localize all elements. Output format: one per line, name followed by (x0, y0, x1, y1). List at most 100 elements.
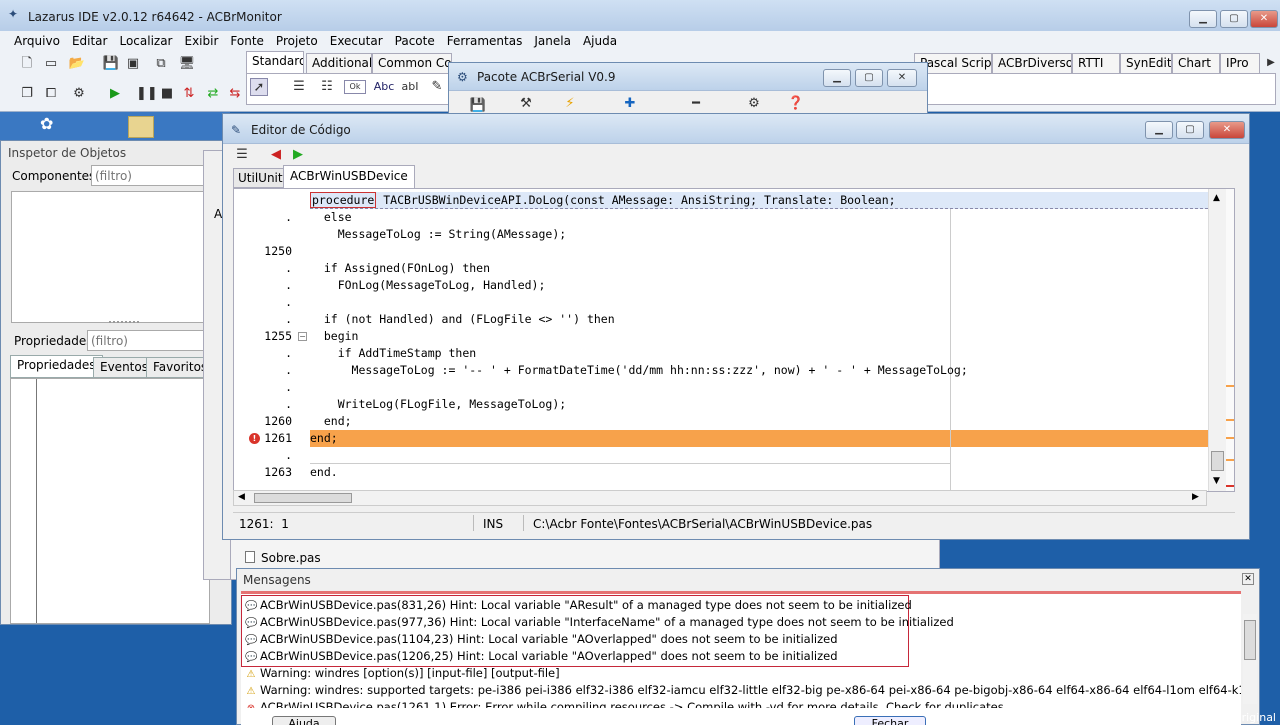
memo-tool-icon[interactable]: ✎ (428, 78, 446, 96)
save-icon[interactable]: 💾 (102, 55, 120, 73)
palette-scroll-right-icon[interactable]: ▶ (1262, 54, 1280, 72)
palette-tab-additional[interactable]: Additional (306, 53, 372, 73)
open-icon[interactable]: 📂 (68, 55, 86, 73)
pause-icon[interactable]: ❚❚ (136, 85, 158, 103)
splitter-grip[interactable] (109, 321, 139, 325)
menu-janela[interactable]: Janela (528, 31, 577, 51)
edit-tool-icon[interactable]: abI (398, 78, 422, 96)
menu-localizar[interactable]: Localizar (113, 31, 178, 51)
package-close-icon[interactable]: ✕ (887, 69, 917, 87)
save-all-icon[interactable]: ▣ (124, 55, 142, 73)
gutter-number: 1260 (264, 414, 292, 428)
palette-tab-ipro[interactable]: IPro (1220, 53, 1260, 73)
messages-scroll-thumb[interactable] (1244, 620, 1256, 660)
file-item-sobre[interactable]: Sobre.pas (261, 551, 321, 565)
step-into-icon[interactable]: ⇅ (180, 85, 198, 103)
package-add-icon[interactable]: ✚ (621, 95, 639, 113)
hscroll-left-icon[interactable]: ◀ (238, 492, 245, 502)
pointer-tool-icon[interactable]: ➚ (250, 78, 268, 96)
messages-list[interactable]: 💬 ACBrWinUSBDevice.pas(831,26) Hint: Loca… (241, 591, 1241, 725)
build-mode-icon[interactable]: ⚙ (70, 85, 88, 103)
message-item-hint[interactable]: 💬 ACBrWinUSBDevice.pas(1104,23) Hint: Loc… (245, 631, 838, 648)
maximize-icon[interactable]: ▢ (1220, 10, 1248, 28)
editor-menu-icon[interactable]: ☰ (233, 146, 251, 164)
messages-vscrollbar[interactable] (1243, 614, 1257, 704)
package-options-icon[interactable]: ⚙ (745, 95, 763, 113)
message-item-warning[interactable]: ⚠ Warning: windres [option(s)] [input-fil… (245, 665, 560, 682)
package-remove-icon[interactable]: ━ (687, 95, 705, 113)
scroll-down-icon[interactable]: ▼ (1213, 476, 1220, 486)
copy-icon[interactable]: ⧠ (42, 85, 60, 103)
toggle-form-icon[interactable]: ⧉ (152, 55, 170, 73)
scroll-thumb[interactable] (1211, 451, 1224, 471)
message-item-hint[interactable]: 💬 ACBrWinUSBDevice.pas(831,26) Hint: Loca… (245, 597, 912, 614)
components-tree[interactable] (11, 191, 211, 323)
menu-pacote[interactable]: Pacote (389, 31, 441, 51)
view-units-icon[interactable]: ❐ (18, 85, 36, 103)
package-compile-icon[interactable]: ⚒ (517, 95, 535, 113)
message-item-hint[interactable]: 💬 ACBrWinUSBDevice.pas(977,36) Hint: Loca… (245, 614, 954, 631)
editor-tab-acbrwinusbdevice[interactable]: ACBrWinUSBDevice (283, 165, 415, 188)
menu-ferramentas[interactable]: Ferramentas (441, 31, 529, 51)
palette-tab-acbrdiversos[interactable]: ACBrDiversos (992, 53, 1072, 73)
fold-icon[interactable]: − (298, 332, 307, 341)
ruler-mark (1226, 437, 1234, 439)
properties-grid[interactable] (10, 378, 210, 624)
package-help-icon[interactable]: ❓ (787, 95, 805, 113)
messages-close-icon[interactable]: ✕ (1242, 573, 1254, 585)
close-button[interactable]: Fechar (854, 716, 926, 725)
gutter-number: 1250 (264, 244, 292, 258)
editor-minimize-icon[interactable]: ▁ (1145, 121, 1173, 139)
step-out-icon[interactable]: ⇆ (226, 85, 244, 103)
message-item-hint[interactable]: 💬 ACBrWinUSBDevice.pas(1206,25) Hint: Loc… (245, 648, 838, 665)
hscroll-right-icon[interactable]: ▶ (1192, 492, 1199, 502)
label-tool-icon[interactable]: Abc (372, 78, 396, 96)
editor-tab-utilunit[interactable]: UtilUnit (233, 168, 288, 188)
menu-fonte[interactable]: Fonte (224, 31, 270, 51)
editor-vscrollbar[interactable]: ▲ ▼ (1208, 189, 1226, 491)
package-use-icon[interactable]: ⚡ (561, 95, 579, 113)
palette-tab-standard[interactable]: Standard (246, 51, 304, 73)
package-minimize-icon[interactable]: ▁ (823, 69, 851, 87)
editor-hscrollbar-track[interactable]: ◀ ▶ (233, 490, 1207, 506)
mainmenu-tool-icon[interactable]: ☰ (290, 78, 308, 96)
scroll-up-icon[interactable]: ▲ (1213, 193, 1220, 203)
message-text: Warning: windres: supported targets: pe-… (260, 683, 1241, 697)
popupmenu-tool-icon[interactable]: ☷ (318, 78, 336, 96)
message-item-error[interactable]: ⊗ACBrWinUSBDevice.pas(1261,1) Error: Err… (245, 699, 1241, 708)
menu-editar[interactable]: Editar (66, 31, 114, 51)
new-file-icon[interactable]: 🗋 (18, 55, 36, 73)
new-form-icon[interactable]: ▭ (42, 55, 60, 73)
gutter-mark: . (285, 448, 292, 462)
message-item-warning[interactable]: ⚠ Warning: windres: supported targets: pe… (245, 682, 1241, 699)
help-button[interactable]: Ajuda (272, 716, 336, 725)
back-arrow-icon[interactable]: ◀ (267, 146, 285, 164)
palette-tab-chart[interactable]: Chart (1172, 53, 1220, 73)
components-filter-input[interactable] (91, 165, 206, 186)
close-icon[interactable]: ✕ (1250, 10, 1278, 28)
tab-propriedades[interactable]: Propriedades (10, 355, 103, 378)
hscroll-thumb[interactable] (254, 493, 352, 503)
step-over-icon[interactable]: ⇄ (204, 85, 222, 103)
properties-filter-input[interactable] (87, 330, 207, 351)
palette-tab-rtti[interactable]: RTTI (1072, 53, 1120, 73)
palette-tab-synedit[interactable]: SynEdit (1120, 53, 1172, 73)
editor-close-icon[interactable]: ✕ (1209, 121, 1245, 139)
stop-icon[interactable]: ■ (158, 85, 176, 103)
ruler-mark (1226, 485, 1234, 487)
menu-projeto[interactable]: Projeto (270, 31, 324, 51)
menu-executar[interactable]: Executar (324, 31, 389, 51)
code-editor[interactable]: procedure TACBrUSBWinDeviceAPI.DoLog(con… (233, 188, 1235, 492)
editor-maximize-icon[interactable]: ▢ (1176, 121, 1204, 139)
palette-tab-common[interactable]: Common Cor (372, 53, 452, 73)
run-icon[interactable]: ▶ (106, 85, 124, 103)
button-tool-icon[interactable]: Ok (344, 80, 366, 94)
menu-ajuda[interactable]: Ajuda (577, 31, 623, 51)
minimize-icon[interactable]: ▁ (1189, 10, 1217, 28)
forward-arrow-icon[interactable]: ▶ (289, 146, 307, 164)
menu-exibir[interactable]: Exibir (179, 31, 225, 51)
view-forms-icon[interactable]: 🖥 (178, 55, 196, 73)
menu-arquivo[interactable]: Arquivo (8, 31, 66, 51)
background-form-letter: A (214, 207, 223, 221)
package-maximize-icon[interactable]: ▢ (855, 69, 883, 87)
